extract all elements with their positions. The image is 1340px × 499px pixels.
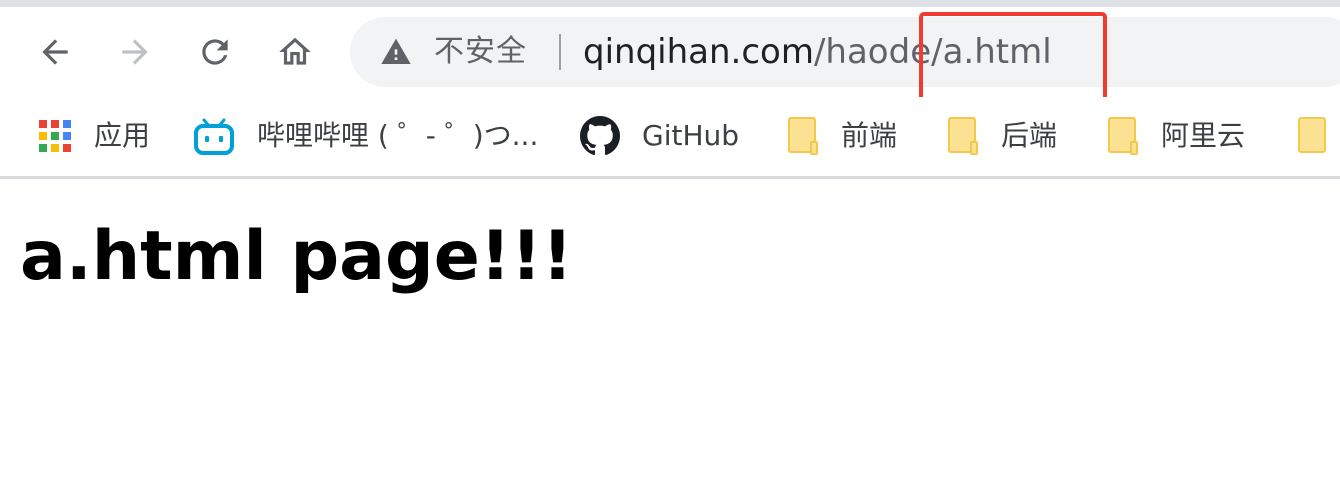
bookmark-label: 哔哩哔哩 ( ゜- ゜)つ... xyxy=(257,119,539,152)
arrow-left-icon xyxy=(42,39,68,65)
bookmark-folder-frontend[interactable]: 前端 xyxy=(787,97,897,175)
bookmark-label: GitHub xyxy=(642,119,740,152)
page-heading: a.html page!!! xyxy=(20,217,573,296)
bookmark-folder-aliyun[interactable]: 阿里云 xyxy=(1107,97,1245,175)
bookmark-label: 应用 xyxy=(94,119,151,152)
bookmark-folder-backend[interactable]: 后端 xyxy=(947,97,1057,175)
arrow-right-icon xyxy=(122,39,148,65)
warning-icon[interactable] xyxy=(380,36,412,68)
forward-button[interactable] xyxy=(113,30,157,74)
apps-grid-icon xyxy=(39,120,71,152)
folder-icon xyxy=(1108,117,1138,155)
bookmark-label: 后端 xyxy=(1001,119,1058,152)
bookmark-github[interactable]: GitHub xyxy=(580,97,739,175)
address-separator xyxy=(559,34,561,70)
github-icon xyxy=(580,116,620,156)
back-button[interactable] xyxy=(33,30,77,74)
bookmark-folder-partial[interactable] xyxy=(1297,97,1329,175)
bookmark-bilibili[interactable]: 哔哩哔哩 ( ゜- ゜)つ... xyxy=(193,97,538,175)
folder-icon xyxy=(948,117,978,155)
url-host: qinqihan.com xyxy=(583,32,814,72)
toolbar-divider xyxy=(0,176,1340,179)
security-status-label[interactable]: 不安全 xyxy=(434,33,527,71)
folder-icon xyxy=(1298,117,1326,153)
bilibili-icon xyxy=(194,118,234,155)
bookmark-apps[interactable]: 应用 xyxy=(38,97,150,175)
bookmarks-bar: 应用 哔哩哔哩 ( ゜- ゜)つ... GitHub 前端 后端 阿里云 xyxy=(0,97,1340,177)
address-bar[interactable]: 不安全 qinqihan.com/haode/a.html xyxy=(350,17,1340,87)
reload-icon xyxy=(202,39,228,65)
home-icon xyxy=(279,37,311,65)
bookmark-label: 阿里云 xyxy=(1161,119,1246,152)
folder-icon xyxy=(788,117,818,155)
reload-button[interactable] xyxy=(193,30,237,74)
tab-strip xyxy=(0,0,1340,7)
browser-toolbar: 不安全 qinqihan.com/haode/a.html xyxy=(0,7,1340,104)
highlight-annotation-box xyxy=(919,12,1107,104)
bookmark-label: 前端 xyxy=(841,119,898,152)
home-button[interactable] xyxy=(273,30,317,74)
